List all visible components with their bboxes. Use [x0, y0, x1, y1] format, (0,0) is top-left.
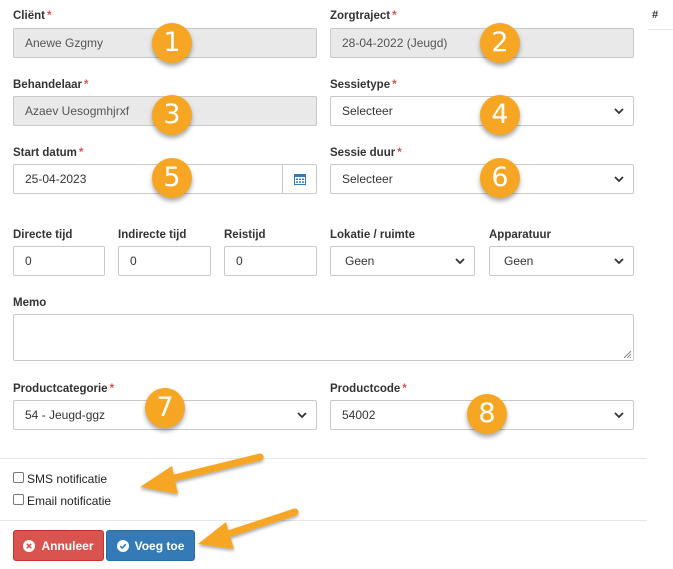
- arrow-to-add-button-icon: [198, 508, 299, 549]
- arrow-to-checkboxes-icon: [140, 453, 264, 494]
- callout-arrows: [140, 453, 299, 549]
